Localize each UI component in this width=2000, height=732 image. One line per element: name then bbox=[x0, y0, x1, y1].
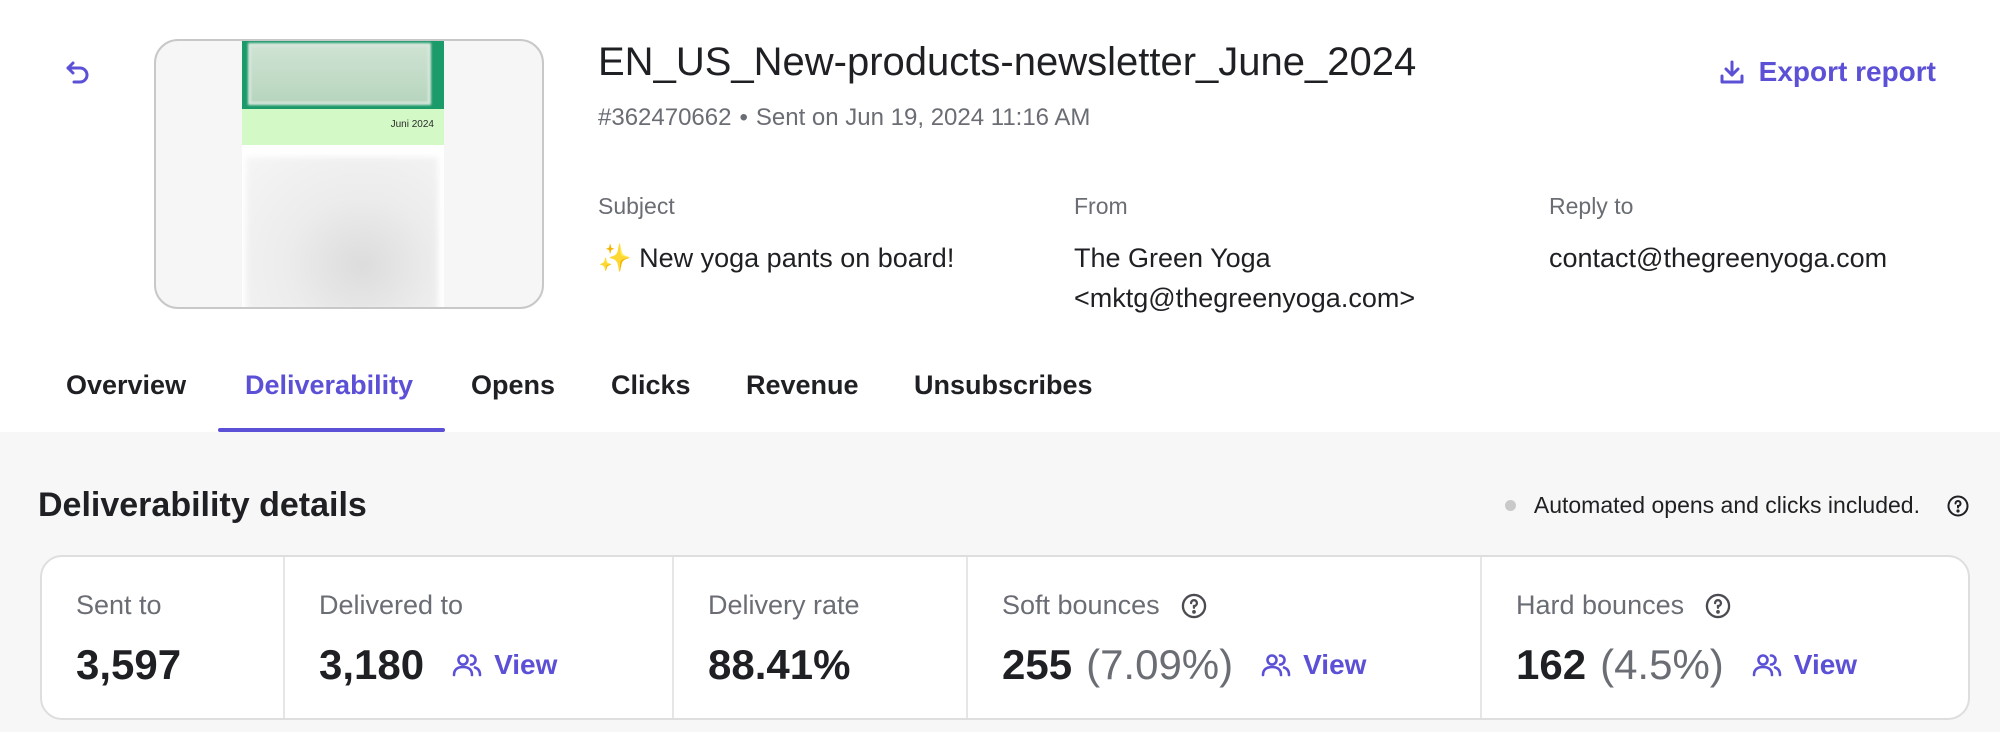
automated-note: Automated opens and clicks included. bbox=[1504, 492, 1970, 519]
stat-delivered-to: Delivered to 3,180 View bbox=[285, 557, 674, 718]
users-icon bbox=[1261, 654, 1291, 677]
stat-label: Hard bounces bbox=[1516, 590, 1685, 620]
stat-label: Soft bounces bbox=[1002, 590, 1160, 620]
download-icon bbox=[1720, 60, 1744, 84]
campaign-meta: #362470662 • Sent on Jun 19, 2024 11:16 AM bbox=[598, 104, 1090, 132]
subject-label: Subject bbox=[598, 193, 675, 219]
help-icon[interactable] bbox=[1946, 494, 1970, 518]
section-title: Deliverability details bbox=[38, 486, 367, 524]
stat-delivery-rate: Delivery rate 88.41% bbox=[674, 557, 968, 718]
tab-opens[interactable]: Opens bbox=[471, 362, 555, 432]
stat-label: Delivered to bbox=[319, 590, 464, 620]
campaign-sent-date: Sent on Jun 19, 2024 11:16 AM bbox=[755, 104, 1091, 131]
help-icon[interactable] bbox=[1704, 592, 1732, 620]
subject-field: Subject ✨ New yoga pants on board! bbox=[598, 193, 954, 278]
stat-value: 255 bbox=[1002, 641, 1073, 688]
help-icon[interactable] bbox=[1180, 592, 1208, 620]
stat-value: 162 bbox=[1516, 641, 1587, 688]
users-icon bbox=[452, 654, 482, 677]
status-dot bbox=[1504, 500, 1516, 511]
reply-to-value: contact@thegreenyoga.com bbox=[1549, 243, 1888, 273]
reply-to-field: Reply to contact@thegreenyoga.com bbox=[1549, 193, 1887, 278]
back-button[interactable] bbox=[58, 54, 98, 90]
view-soft-bounces-link[interactable]: View bbox=[1261, 649, 1366, 681]
tab-clicks[interactable]: Clicks bbox=[611, 362, 691, 432]
reply-to-label: Reply to bbox=[1549, 193, 1634, 219]
email-preview-date: Juni 2024 bbox=[390, 119, 434, 130]
view-delivered-link[interactable]: View bbox=[452, 649, 557, 681]
view-hard-bounces-label: View bbox=[1793, 649, 1858, 680]
subject-value: ✨ New yoga pants on board! bbox=[598, 243, 955, 273]
email-preview-page: Juni 2024 bbox=[242, 41, 444, 307]
from-email: <mktg@thegreenyoga.com> bbox=[1074, 283, 1416, 313]
tab-overview[interactable]: Overview bbox=[66, 362, 186, 432]
from-field: From The Green Yoga <mktg@thegreenyoga.c… bbox=[1074, 193, 1415, 318]
stat-percentage: (4.5%) bbox=[1600, 641, 1724, 688]
export-report-button[interactable]: Export report bbox=[1719, 56, 1936, 88]
campaign-title: EN_US_New-products-newsletter_June_2024 bbox=[598, 40, 1417, 84]
stat-label: Delivery rate bbox=[708, 590, 860, 620]
from-name: The Green Yoga bbox=[1074, 243, 1271, 273]
email-preview-hero-image bbox=[248, 43, 431, 105]
view-delivered-label: View bbox=[494, 649, 558, 680]
users-icon bbox=[1752, 654, 1782, 677]
view-soft-bounces-label: View bbox=[1303, 649, 1367, 680]
stat-value: 88.41% bbox=[708, 641, 851, 688]
stat-label: Sent to bbox=[76, 590, 162, 620]
export-report-label: Export report bbox=[1758, 56, 1936, 87]
stat-percentage: (7.09%) bbox=[1086, 641, 1234, 688]
view-hard-bounces-link[interactable]: View bbox=[1752, 649, 1857, 681]
tab-deliverability[interactable]: Deliverability bbox=[245, 362, 413, 432]
meta-separator: • bbox=[739, 104, 748, 131]
stat-hard-bounces: Hard bounces 162 (4.5%) View bbox=[1482, 557, 1968, 718]
stat-sent-to: Sent to 3,597 bbox=[42, 557, 285, 718]
deliverability-stats-card: Sent to 3,597 Delivered to 3,180 View De… bbox=[40, 555, 1970, 720]
tab-revenue[interactable]: Revenue bbox=[746, 362, 859, 432]
email-preview-image bbox=[246, 157, 438, 307]
from-label: From bbox=[1074, 193, 1128, 219]
stat-value: 3,597 bbox=[76, 641, 182, 688]
campaign-id: #362470662 bbox=[598, 104, 732, 131]
stat-soft-bounces: Soft bounces 255 (7.09%) View bbox=[968, 557, 1482, 718]
email-preview-hero bbox=[242, 41, 444, 109]
automated-note-text: Automated opens and clicks included. bbox=[1533, 492, 1920, 518]
campaign-header: Juni 2024 EN_US_New-products-newsletter_… bbox=[0, 0, 2000, 432]
stat-value: 3,180 bbox=[319, 641, 425, 688]
tab-unsubscribes[interactable]: Unsubscribes bbox=[914, 362, 1093, 432]
undo-arrow-icon bbox=[66, 61, 89, 84]
email-preview-thumbnail[interactable]: Juni 2024 bbox=[154, 39, 544, 309]
